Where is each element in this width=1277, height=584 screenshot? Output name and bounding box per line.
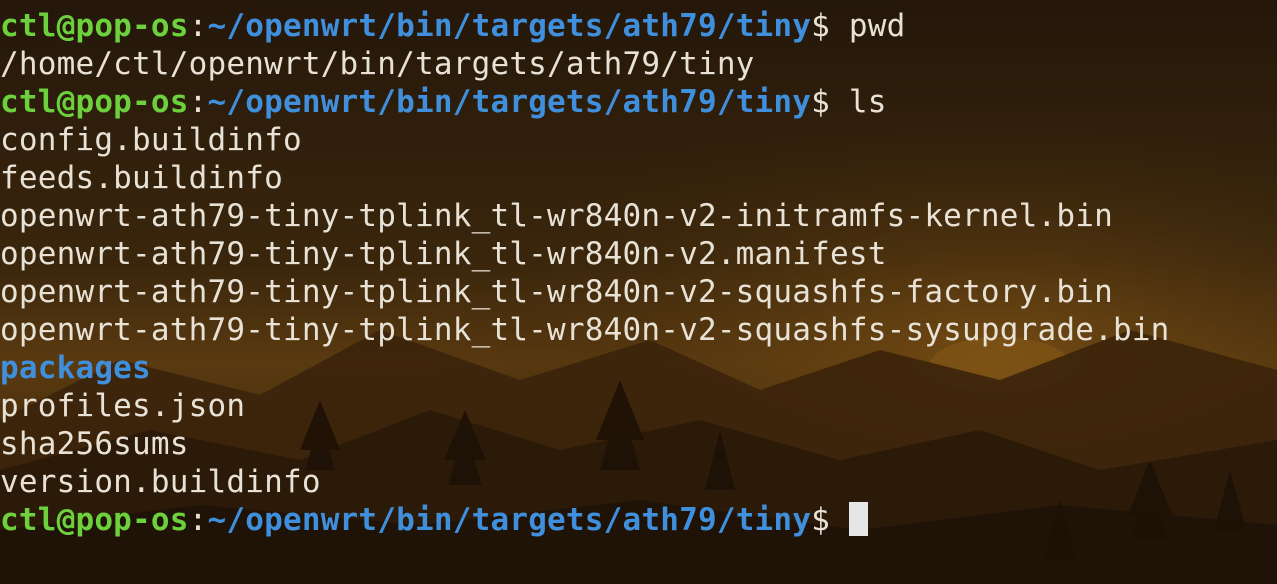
prompt-user-host: ctl@pop-os	[0, 502, 189, 538]
prompt-path: ~/openwrt/bin/targets/ath79/tiny	[207, 502, 812, 538]
command-ls: ls	[848, 84, 887, 120]
prompt-separator: :	[188, 84, 208, 120]
terminal-output[interactable]: ctl@pop-os:~/openwrt/bin/targets/ath79/t…	[0, 0, 1277, 584]
prompt-path: ~/openwrt/bin/targets/ath79/tiny	[207, 8, 812, 44]
prompt-user-host: ctl@pop-os	[0, 84, 189, 120]
ls-entry-file: version.buildinfo	[0, 464, 321, 500]
ls-entry-file: openwrt-ath79-tiny-tplink_tl-wr840n-v2-s…	[0, 274, 1113, 310]
prompt-path: ~/openwrt/bin/targets/ath79/tiny	[207, 84, 812, 120]
prompt-line-active[interactable]: ctl@pop-os:~/openwrt/bin/targets/ath79/t…	[0, 501, 1277, 539]
prompt-symbol: $	[811, 502, 831, 538]
prompt-line-2: ctl@pop-os:~/openwrt/bin/targets/ath79/t…	[0, 83, 1277, 121]
ls-entry-file: feeds.buildinfo	[0, 160, 283, 196]
prompt-user-host: ctl@pop-os	[0, 8, 189, 44]
ls-entry-file: sha256sums	[0, 426, 189, 462]
prompt-separator: :	[188, 502, 208, 538]
prompt-separator: :	[188, 8, 208, 44]
pwd-output: /home/ctl/openwrt/bin/targets/ath79/tiny	[0, 46, 755, 82]
text-cursor[interactable]	[848, 501, 868, 536]
ls-entry-directory: packages	[0, 350, 151, 386]
ls-entry-file: profiles.json	[0, 388, 246, 424]
command-pwd: pwd	[848, 8, 906, 44]
ls-entry-file: openwrt-ath79-tiny-tplink_tl-wr840n-v2-i…	[0, 198, 1113, 234]
prompt-line-1: ctl@pop-os:~/openwrt/bin/targets/ath79/t…	[0, 7, 1277, 45]
prompt-symbol: $	[811, 84, 831, 120]
ls-entry-file: openwrt-ath79-tiny-tplink_tl-wr840n-v2-s…	[0, 312, 1170, 348]
ls-entry-file: openwrt-ath79-tiny-tplink_tl-wr840n-v2.m…	[0, 236, 887, 272]
ls-entry-file: config.buildinfo	[0, 122, 302, 158]
prompt-symbol: $	[811, 8, 831, 44]
